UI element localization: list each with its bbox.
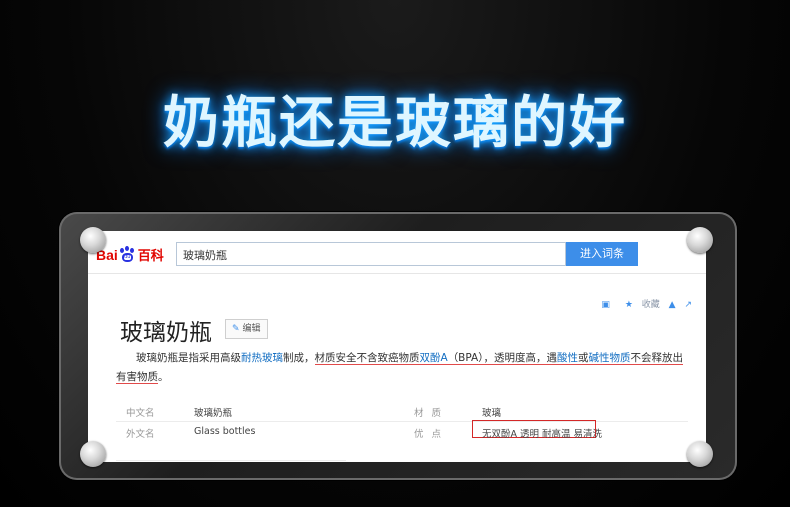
baidu-baike-logo[interactable]: Bai du 百科 bbox=[96, 245, 164, 265]
browser-screenshot: Bai du 百科 玻璃奶瓶 进入词条 ▣ ★ 收藏 ▲ ↗ 玻璃奶瓶 ✎ 编辑 … bbox=[88, 231, 706, 462]
info-key: 优点 bbox=[414, 429, 450, 440]
top-bar: Bai du 百科 玻璃奶瓶 进入词条 bbox=[88, 231, 706, 274]
summary-text: 玻璃奶瓶是指采用高级 bbox=[136, 352, 241, 364]
share-icon[interactable]: ↗ bbox=[684, 300, 692, 310]
thumbs-up-icon[interactable]: ▲ bbox=[669, 300, 676, 310]
collect-label: 收藏 bbox=[641, 300, 660, 310]
summary-text: （BPA），透明度高，遇 bbox=[447, 352, 557, 364]
mount-bolt bbox=[80, 227, 106, 253]
page-title: 玻璃奶瓶 bbox=[120, 320, 212, 346]
link-heat-resistant-glass[interactable]: 耐热玻璃 bbox=[241, 352, 283, 364]
search-input[interactable]: 玻璃奶瓶 bbox=[176, 242, 566, 266]
entry-toolbar: ▣ ★ 收藏 ▲ ↗ bbox=[595, 297, 692, 310]
link-alkaline[interactable]: 碱性物质 bbox=[588, 352, 630, 364]
share-doc-icon[interactable]: ▣ bbox=[601, 300, 610, 310]
mount-bolt bbox=[687, 441, 713, 467]
logo-baike-text: 百科 bbox=[137, 249, 164, 264]
summary-text: 。 bbox=[158, 371, 169, 383]
summary-text: 害物质 bbox=[126, 371, 159, 383]
summary-text: 或 bbox=[577, 352, 589, 364]
info-key: 中文名 bbox=[126, 408, 155, 419]
table-row: 中文名 玻璃奶瓶 材质 玻璃 bbox=[116, 401, 688, 422]
info-value: 无双酚A 透明 耐高温 易清洗 bbox=[482, 429, 603, 440]
mount-bolt bbox=[80, 441, 106, 467]
info-key: 外文名 bbox=[126, 429, 155, 440]
headline: 奶瓶还是玻璃的好 bbox=[163, 91, 627, 156]
summary-paragraph: 玻璃奶瓶是指采用高级耐热玻璃制成，材质安全不含致癌物质双酚A（BPA），透明度高… bbox=[116, 349, 686, 387]
info-key: 材质 bbox=[414, 408, 450, 419]
edit-button[interactable]: ✎ 编辑 bbox=[225, 319, 268, 339]
mount-bolt bbox=[687, 227, 713, 253]
star-icon[interactable]: ★ 收藏 bbox=[619, 300, 660, 310]
info-value: Glass bottles bbox=[194, 426, 256, 437]
summary-text: 制成， bbox=[283, 352, 315, 364]
info-value: 玻璃 bbox=[482, 408, 502, 419]
enter-entry-button[interactable]: 进入词条 bbox=[566, 242, 638, 266]
summary-text: 材质安全不含致癌物质 bbox=[314, 352, 420, 364]
edit-label: 编辑 bbox=[242, 324, 261, 334]
paw-icon: du bbox=[119, 246, 137, 262]
info-value: 玻璃奶瓶 bbox=[194, 408, 233, 419]
link-acidic[interactable]: 酸性 bbox=[557, 352, 578, 364]
infobox: 中文名 玻璃奶瓶 材质 玻璃 外文名 Glass bottles 优点 无双酚A… bbox=[116, 401, 688, 442]
table-row: 外文名 Glass bottles 优点 无双酚A 透明 耐高温 易清洗 bbox=[116, 420, 688, 442]
divider bbox=[116, 460, 346, 461]
logo-du-text: du bbox=[123, 254, 131, 260]
link-bpa[interactable]: 双酚A bbox=[420, 352, 448, 364]
pencil-icon: ✎ bbox=[232, 324, 240, 334]
